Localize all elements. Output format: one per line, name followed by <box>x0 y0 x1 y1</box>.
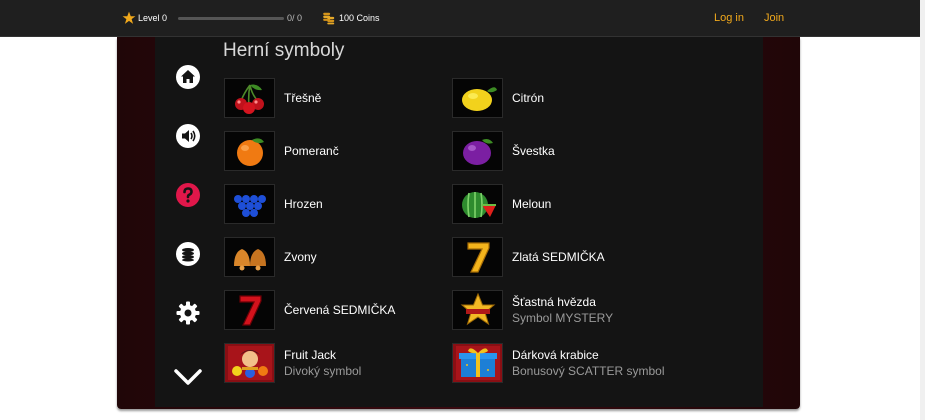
sound-button[interactable] <box>170 118 205 153</box>
join-link[interactable]: Join <box>764 12 784 24</box>
level-indicator: Level 0 <box>122 11 167 25</box>
lemon-icon <box>461 87 497 111</box>
symbol-name: Švestka <box>512 144 555 158</box>
symbol-item-grapes: Hrozen <box>224 184 323 224</box>
help-icon <box>175 182 200 207</box>
symbol-item-plum: Švestka <box>452 131 555 171</box>
coins-balance: 100 Coins <box>322 11 380 25</box>
home-button[interactable] <box>170 59 205 94</box>
symbol-name: Zlatá SEDMIČKA <box>512 250 605 264</box>
level-label: Level 0 <box>138 13 168 23</box>
symbol-thumb <box>224 290 275 330</box>
symbol-thumb <box>452 237 503 277</box>
symbol-name: Citrón <box>512 91 545 105</box>
symbol-thumb <box>224 184 275 224</box>
settings-button[interactable] <box>170 295 205 330</box>
symbol-item-gift-box: Dárková krabice Bonusový SCATTER symbol <box>452 343 665 383</box>
help-button[interactable] <box>170 177 205 212</box>
symbol-thumb <box>452 290 503 330</box>
symbol-thumb <box>452 78 503 118</box>
grapes-icon <box>233 195 266 217</box>
home-icon <box>175 64 200 89</box>
symbol-item-bells: Zvony <box>224 237 317 277</box>
red-seven-icon <box>238 295 262 326</box>
panel-title: Herní symboly <box>223 40 345 61</box>
top-bar: Level 0 0/ 0 100 Coins Log in Join <box>0 0 920 37</box>
chevron-down-icon <box>173 368 202 385</box>
symbol-item-lucky-star: Šťastná hvězda Symbol MYSTERY <box>452 290 613 330</box>
plum-icon <box>462 139 493 165</box>
symbol-name: Pomeranč <box>284 144 339 158</box>
login-link[interactable]: Log in <box>714 12 744 24</box>
symbol-item-cherries: Třešně <box>224 78 321 118</box>
watermelon-icon <box>461 192 496 218</box>
symbol-name: Meloun <box>512 197 552 211</box>
level-progress-bar <box>178 17 284 20</box>
symbol-name: Červená SEDMIČKA <box>284 303 396 317</box>
speaker-icon <box>175 123 200 148</box>
symbol-item-red-seven: Červená SEDMIČKA <box>224 290 395 330</box>
symbol-name: Fruit Jack <box>284 348 337 362</box>
symbol-thumb <box>224 237 275 277</box>
bells-icon <box>233 249 266 271</box>
symbol-item-orange: Pomeranč <box>224 131 339 171</box>
symbol-subtitle: Symbol MYSTERY <box>512 311 614 325</box>
symbol-thumb <box>224 131 275 171</box>
symbol-thumb <box>452 184 503 224</box>
coin-stack-icon <box>323 12 335 25</box>
symbol-name: Třešně <box>284 91 322 105</box>
symbol-subtitle: Divoký symbol <box>284 364 362 378</box>
gold-seven-icon <box>466 242 490 273</box>
symbol-thumb <box>224 343 275 383</box>
symbol-thumb <box>452 131 503 171</box>
symbol-name: Šťastná hvězda <box>512 295 596 309</box>
fruit-jack-icon <box>227 346 272 380</box>
symbol-name: Dárková krabice <box>512 348 599 362</box>
coins-icon <box>175 241 200 266</box>
level-progress-text: 0/ 0 <box>287 13 303 23</box>
coins-button[interactable] <box>170 236 205 271</box>
symbol-item-gold-seven: Zlatá SEDMIČKA <box>452 237 605 277</box>
page-scrollbar[interactable] <box>920 0 925 420</box>
symbol-name: Zvony <box>284 250 317 264</box>
settings-icon <box>176 301 199 324</box>
lucky-star-icon <box>460 293 495 326</box>
coins-label: 100 Coins <box>339 13 380 23</box>
symbol-item-watermelon: Meloun <box>452 184 551 224</box>
symbol-item-lemon: Citrón <box>452 78 544 118</box>
star-icon <box>122 11 136 24</box>
symbol-subtitle: Bonusový SCATTER symbol <box>512 364 665 378</box>
orange-icon <box>236 138 264 166</box>
symbol-name: Hrozen <box>284 197 323 211</box>
cherries-icon <box>234 84 264 114</box>
symbol-thumb <box>452 343 503 383</box>
symbol-thumb <box>224 78 275 118</box>
symbol-item-fruit-jack: Fruit Jack Divoký symbol <box>224 343 361 383</box>
gift-box-icon <box>455 346 500 380</box>
scroll-down-button[interactable] <box>170 359 205 394</box>
